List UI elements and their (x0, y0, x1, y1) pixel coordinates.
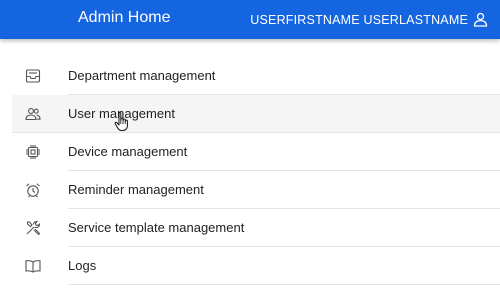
user-name: USERFIRSTNAME USERLASTNAME (250, 12, 468, 27)
tools-icon (25, 220, 41, 236)
book-icon (25, 258, 41, 274)
divider (68, 284, 500, 285)
inbox-tray-icon (25, 68, 41, 84)
admin-menu: Department management User management De… (0, 57, 500, 285)
menu-item-department-management[interactable]: Department management (0, 57, 500, 95)
menu-item-label: Device management (68, 144, 188, 159)
alarm-clock-icon (25, 182, 41, 198)
menu-item-label: Reminder management (68, 182, 204, 197)
menu-item-service-template-management[interactable]: Service template management (0, 209, 500, 247)
menu-item-label: Service template management (68, 220, 245, 235)
menu-item-user-management[interactable]: User management (12, 95, 500, 133)
chip-icon (25, 144, 41, 160)
menu-item-label: Department management (68, 68, 216, 83)
menu-item-device-management[interactable]: Device management (0, 133, 500, 171)
user-account-button[interactable]: USERFIRSTNAME USERLASTNAME (250, 0, 488, 39)
top-app-bar: Admin Home USERFIRSTNAME USERLASTNAME (0, 0, 500, 39)
user-icon (473, 12, 488, 27)
menu-item-logs[interactable]: Logs (0, 247, 500, 285)
menu-item-reminder-management[interactable]: Reminder management (0, 171, 500, 209)
users-icon (25, 106, 41, 122)
hand-pointer-icon (114, 111, 132, 133)
menu-item-label: Logs (68, 258, 97, 273)
page-title: Admin Home (78, 9, 171, 26)
